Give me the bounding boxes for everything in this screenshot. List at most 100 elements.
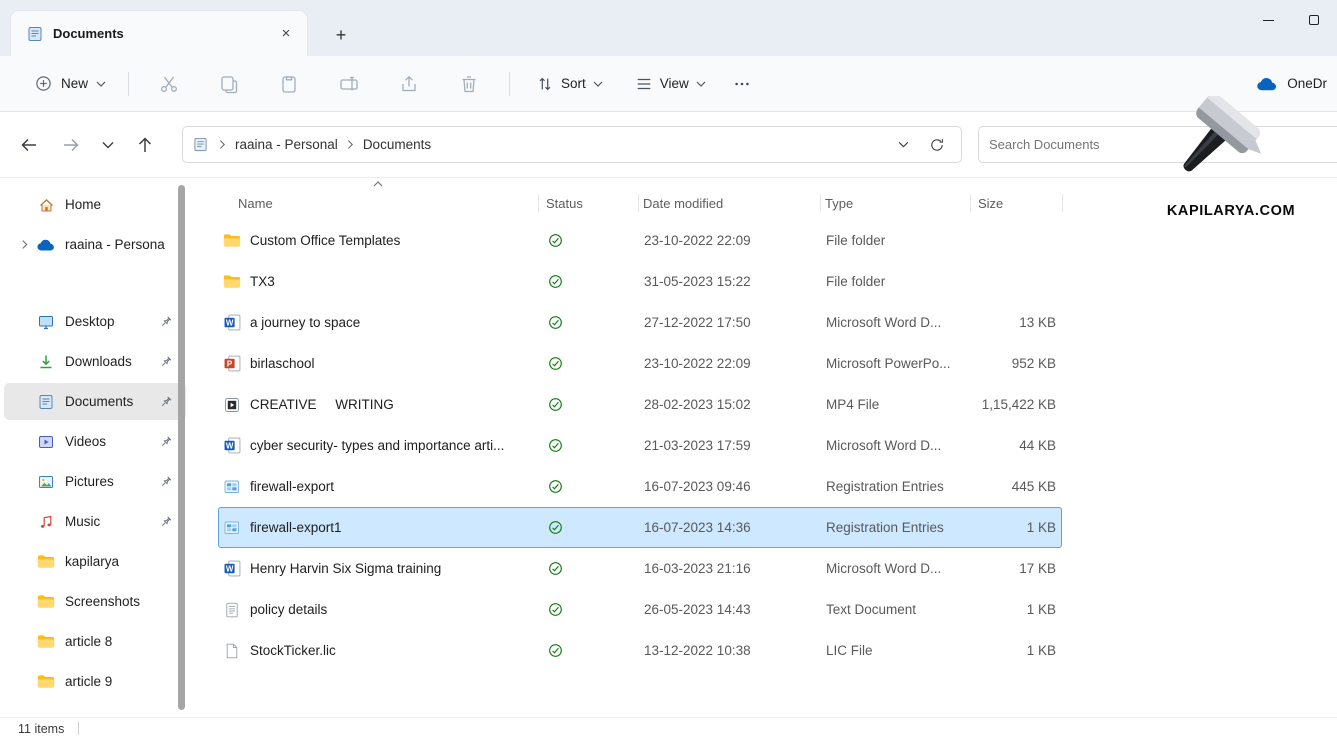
search-input[interactable] — [989, 137, 1336, 152]
powerpoint-file-icon: P — [223, 355, 241, 372]
explorer-tab-documents[interactable]: Documents × — [10, 10, 308, 56]
table-row[interactable]: firewall-export16-07-2023 09:46Registrat… — [218, 466, 1062, 507]
column-header-size[interactable]: Size — [970, 186, 1062, 220]
sort-button[interactable]: Sort — [526, 67, 613, 101]
sync-check-icon — [548, 479, 563, 494]
sidebar-item-raaina-persona[interactable]: raaina - Persona — [4, 226, 186, 263]
file-name: birlaschool — [250, 356, 315, 371]
sidebar-item-videos[interactable]: Videos — [4, 423, 186, 460]
share-button[interactable] — [387, 66, 431, 102]
copy-button[interactable] — [207, 66, 251, 102]
forward-button[interactable] — [54, 128, 88, 162]
maximize-button[interactable] — [1291, 0, 1337, 40]
date-modified: 16-07-2023 09:46 — [639, 479, 821, 494]
table-row[interactable]: TX331-05-2023 15:22File folder — [218, 261, 1062, 302]
file-size: 1 KB — [971, 520, 1063, 535]
column-header-status[interactable]: Status — [538, 186, 638, 220]
table-row[interactable]: Pbirlaschool23-10-2022 22:09Microsoft Po… — [218, 343, 1062, 384]
ellipsis-icon — [733, 75, 751, 93]
sidebar-item-desktop[interactable]: Desktop — [4, 303, 186, 340]
sidebar-item-kapilarya[interactable]: kapilarya — [4, 543, 186, 580]
delete-button[interactable] — [447, 66, 491, 102]
sidebar-item-music[interactable]: Music — [4, 503, 186, 540]
onedrive-status-button[interactable]: OneDr — [1247, 76, 1327, 92]
file-name: firewall-export1 — [250, 520, 342, 535]
table-row[interactable]: StockTicker.lic13-12-2022 10:38LIC File1… — [218, 630, 1062, 671]
maximize-icon — [1309, 15, 1319, 25]
sidebar-item-pictures[interactable]: Pictures — [4, 463, 186, 500]
paste-button[interactable] — [267, 66, 311, 102]
up-arrow-icon — [135, 135, 155, 155]
new-button[interactable]: New — [22, 66, 118, 101]
view-button-label: View — [660, 76, 689, 91]
main-area: Homeraaina - Persona DesktopDownloadsDocu… — [0, 178, 1337, 717]
sync-check-icon — [548, 602, 563, 617]
file-name: cyber security- types and importance art… — [250, 438, 504, 453]
status-cell — [539, 561, 639, 576]
expand-chevron-icon[interactable] — [12, 239, 36, 250]
column-header-type[interactable]: Type — [820, 186, 970, 220]
tab-close-icon[interactable]: × — [273, 21, 299, 47]
sidebar-item-article-9[interactable]: article 9 — [4, 663, 186, 700]
file-type: Microsoft Word D... — [821, 438, 971, 453]
table-row[interactable]: WHenry Harvin Six Sigma training16-03-20… — [218, 548, 1062, 589]
tab-title: Documents — [53, 26, 263, 41]
paste-icon — [279, 74, 299, 94]
music-icon — [36, 514, 56, 530]
sync-check-icon — [548, 397, 563, 412]
folder-file-icon — [223, 274, 241, 289]
file-size: 1,15,422 KB — [971, 397, 1063, 412]
breadcrumb[interactable]: raaina - Personal Documents — [182, 126, 962, 163]
column-header-date-modified[interactable]: Date modified — [638, 186, 820, 220]
minimize-icon — [1263, 20, 1274, 21]
sidebar-item-home[interactable]: Home — [4, 186, 186, 223]
table-row[interactable]: policy details26-05-2023 14:43Text Docum… — [218, 589, 1062, 630]
search-box[interactable] — [978, 126, 1337, 163]
sidebar-scrollbar[interactable] — [178, 185, 185, 710]
name-cell: WHenry Harvin Six Sigma training — [219, 560, 539, 577]
file-list-body: Custom Office Templates23-10-2022 22:09F… — [200, 220, 1337, 671]
onedrive-cloud-icon — [1255, 76, 1279, 92]
share-icon — [399, 74, 419, 94]
rename-button[interactable] — [327, 66, 371, 102]
folder-icon — [36, 674, 56, 689]
sidebar-item-screenshots[interactable]: Screenshots — [4, 583, 186, 620]
table-row[interactable]: Wa journey to space27-12-2022 17:50Micro… — [218, 302, 1062, 343]
table-row[interactable]: firewall-export116-07-2023 14:36Registra… — [218, 507, 1062, 548]
breadcrumb-item-documents[interactable]: Documents — [357, 133, 437, 156]
refresh-icon[interactable] — [929, 137, 945, 153]
status-cell — [539, 397, 639, 412]
cut-button[interactable] — [147, 66, 191, 102]
sidebar-item-label: article 8 — [65, 634, 182, 649]
file-type: File folder — [821, 274, 971, 289]
back-button[interactable] — [12, 128, 46, 162]
status-cell — [539, 602, 639, 617]
sidebar-item-documents[interactable]: Documents — [4, 383, 186, 420]
file-size: 952 KB — [971, 356, 1063, 371]
address-dropdown-chevron-icon[interactable] — [898, 141, 909, 148]
table-row[interactable]: Wcyber security- types and importance ar… — [218, 425, 1062, 466]
breadcrumb-item-raaina-personal[interactable]: raaina - Personal — [229, 133, 344, 156]
back-arrow-icon — [19, 135, 39, 155]
text-file-icon — [223, 602, 241, 618]
view-button[interactable]: View — [625, 67, 716, 101]
up-button[interactable] — [128, 128, 162, 162]
table-row[interactable]: CREATIVE WRITING28-02-2023 15:02MP4 File… — [218, 384, 1062, 425]
file-type: MP4 File — [821, 397, 971, 412]
folder-icon — [36, 634, 56, 649]
minimize-button[interactable] — [1245, 0, 1291, 40]
name-cell: Wa journey to space — [219, 314, 539, 331]
file-type: Registration Entries — [821, 520, 971, 535]
sidebar-item-label: Pictures — [65, 474, 161, 489]
new-tab-button[interactable]: + — [328, 22, 354, 48]
column-header-name[interactable]: Name — [218, 186, 538, 220]
date-modified: 26-05-2023 14:43 — [639, 602, 821, 617]
sidebar-item-article-8[interactable]: article 8 — [4, 623, 186, 660]
recent-locations-button[interactable] — [96, 128, 120, 162]
onedrive-icon — [36, 238, 56, 252]
sidebar-item-downloads[interactable]: Downloads — [4, 343, 186, 380]
sort-icon — [536, 75, 554, 93]
table-row[interactable]: Custom Office Templates23-10-2022 22:09F… — [218, 220, 1062, 261]
file-name: a journey to space — [250, 315, 360, 330]
more-options-button[interactable] — [722, 66, 762, 102]
